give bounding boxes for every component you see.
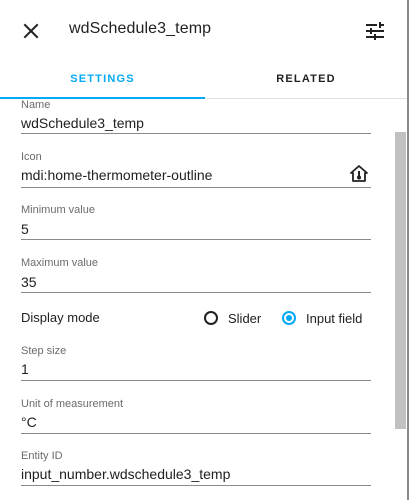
- minimum-value-input[interactable]: 5: [21, 221, 29, 237]
- input-field-radio[interactable]: [282, 311, 296, 325]
- entity-id-underline: [21, 485, 371, 486]
- minimum-value-label: Minimum value: [21, 204, 95, 216]
- icon-field[interactable]: Icon mdi:home-thermometer-outline: [21, 151, 371, 189]
- maximum-value-label: Maximum value: [21, 257, 99, 269]
- step-size-input[interactable]: 1: [21, 361, 29, 377]
- entity-id-field[interactable]: Entity ID input_number.wdschedule3_temp: [21, 450, 371, 488]
- tab-bar: SETTINGS RELATED: [0, 60, 407, 99]
- minimum-value-field[interactable]: Minimum value 5: [21, 204, 371, 242]
- maximum-value-field[interactable]: Maximum value 35: [21, 257, 371, 295]
- unit-of-measurement-input[interactable]: °C: [21, 414, 37, 430]
- advanced-settings-button[interactable]: [361, 18, 389, 44]
- name-label: Name: [21, 99, 51, 111]
- slider-radio-label: Slider: [228, 310, 262, 326]
- settings-form: Name wdSchedule3_temp Icon mdi:home-ther…: [0, 99, 407, 500]
- maximum-value-input[interactable]: 35: [21, 274, 37, 290]
- dialog-title: wdSchedule3_temp: [69, 20, 212, 37]
- step-size-field[interactable]: Step size 1: [21, 345, 371, 383]
- input-field-radio-label: Input field: [306, 310, 363, 326]
- scrollbar-thumb[interactable]: [395, 132, 406, 429]
- entity-settings-dialog: wdSchedule3_temp SETTINGS RELATED Name w…: [0, 0, 407, 500]
- name-underline: [21, 133, 371, 134]
- tab-related[interactable]: RELATED: [205, 60, 407, 98]
- entity-id-label: Entity ID: [21, 450, 63, 462]
- maximum-value-underline: [21, 292, 371, 293]
- unit-of-measurement-label: Unit of measurement: [21, 398, 124, 410]
- icon-underline: [21, 187, 371, 188]
- icon-input[interactable]: mdi:home-thermometer-outline: [21, 167, 212, 183]
- display-mode-input-field-option[interactable]: Input field: [282, 308, 362, 328]
- slider-radio[interactable]: [204, 311, 218, 325]
- close-button[interactable]: [18, 18, 44, 44]
- step-size-label: Step size: [21, 345, 67, 357]
- display-mode-slider-option[interactable]: Slider: [204, 308, 261, 328]
- display-mode-row: Display mode Slider Input field: [21, 308, 371, 328]
- tab-settings[interactable]: SETTINGS: [0, 60, 205, 99]
- name-input[interactable]: wdSchedule3_temp: [21, 115, 144, 131]
- entity-id-input[interactable]: input_number.wdschedule3_temp: [21, 466, 230, 482]
- close-icon: [23, 23, 39, 39]
- icon-label: Icon: [21, 151, 42, 163]
- unit-of-measurement-underline: [21, 433, 371, 434]
- dialog-header: wdSchedule3_temp: [0, 0, 407, 60]
- home-thermometer-outline-icon: [349, 164, 369, 184]
- unit-of-measurement-field[interactable]: Unit of measurement °C: [21, 398, 371, 436]
- step-size-underline: [21, 380, 371, 381]
- tune-icon: [366, 22, 384, 40]
- minimum-value-underline: [21, 239, 371, 240]
- display-mode-label: Display mode: [21, 310, 100, 325]
- name-field[interactable]: Name wdSchedule3_temp: [21, 99, 371, 135]
